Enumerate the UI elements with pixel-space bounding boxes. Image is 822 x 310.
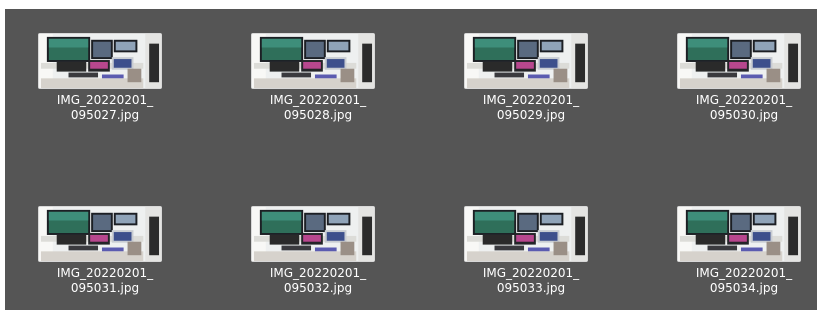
image-thumbnail[interactable]: [38, 206, 162, 262]
file-item[interactable]: IMG_20220201_ 095033.jpg: [460, 206, 610, 306]
file-item[interactable]: IMG_20220201_ 095028.jpg: [247, 33, 397, 133]
file-name-label: IMG_20220201_ 095029.jpg: [482, 93, 580, 122]
image-thumbnail[interactable]: [38, 33, 162, 89]
file-item[interactable]: IMG_20220201_ 095030.jpg: [673, 33, 817, 133]
file-name-label: IMG_20220201_ 095034.jpg: [695, 266, 793, 295]
file-manager-view[interactable]: IMG_20220201_ 095027.jpg IMG_20220201_ 0…: [5, 9, 817, 310]
file-item[interactable]: IMG_20220201_ 095032.jpg: [247, 206, 397, 306]
file-item[interactable]: IMG_20220201_ 095034.jpg: [673, 206, 817, 306]
file-name-label: IMG_20220201_ 095030.jpg: [695, 93, 793, 122]
file-item[interactable]: IMG_20220201_ 095031.jpg: [34, 206, 184, 306]
image-thumbnail[interactable]: [677, 206, 801, 262]
image-thumbnail[interactable]: [677, 33, 801, 89]
file-name-label: IMG_20220201_ 095031.jpg: [56, 266, 154, 295]
file-name-label: IMG_20220201_ 095033.jpg: [482, 266, 580, 295]
file-name-label: IMG_20220201_ 095028.jpg: [269, 93, 367, 122]
image-thumbnail[interactable]: [251, 206, 375, 262]
image-thumbnail[interactable]: [464, 33, 588, 89]
image-thumbnail[interactable]: [464, 206, 588, 262]
file-item[interactable]: IMG_20220201_ 095029.jpg: [460, 33, 610, 133]
file-grid: IMG_20220201_ 095027.jpg IMG_20220201_ 0…: [5, 9, 817, 310]
file-name-label: IMG_20220201_ 095032.jpg: [269, 266, 367, 295]
file-name-label: IMG_20220201_ 095027.jpg: [56, 93, 154, 122]
image-thumbnail[interactable]: [251, 33, 375, 89]
file-item[interactable]: IMG_20220201_ 095027.jpg: [34, 33, 184, 133]
